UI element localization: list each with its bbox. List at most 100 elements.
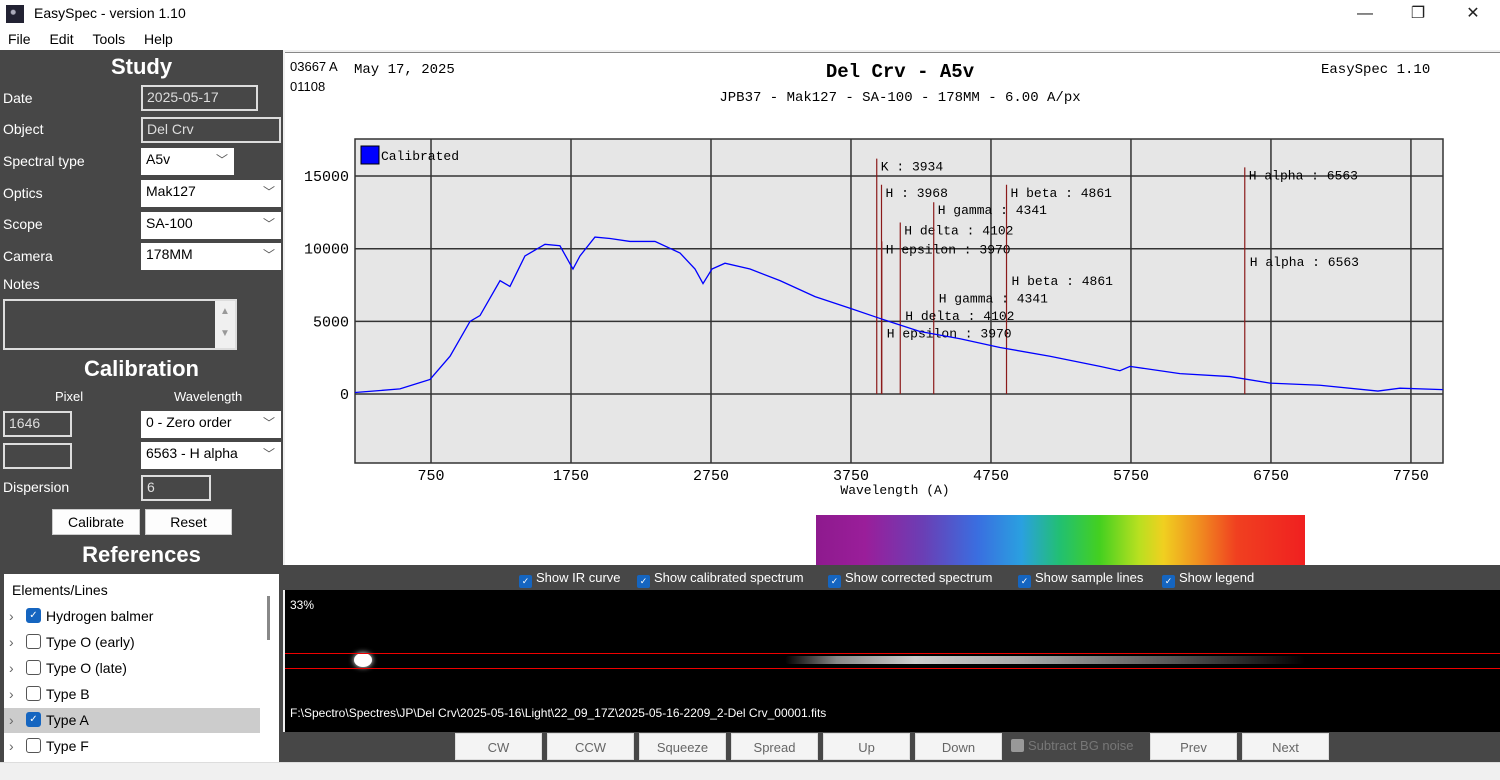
sample-line-top[interactable] (285, 653, 1500, 654)
tree-column-header: Elements/Lines (12, 582, 108, 598)
optics-value: Mak127 (146, 183, 196, 199)
tree-item-label: Type O (late) (46, 660, 127, 676)
reference-line-label: K : 3934 (881, 160, 944, 175)
tree-item[interactable]: › Type O (early) (4, 630, 260, 655)
up-button[interactable]: Up (823, 733, 910, 760)
calibrate-button[interactable]: Calibrate (52, 509, 140, 535)
maximize-button[interactable]: ❐ (1395, 0, 1441, 28)
down-button[interactable]: Down (915, 733, 1002, 760)
menu-help[interactable]: Help (130, 28, 173, 47)
y-tick-label: 10000 (304, 242, 349, 259)
show-legend-checkbox[interactable]: ✓ Show legend (1162, 570, 1254, 588)
tree-item[interactable]: › Type O (late) (4, 656, 260, 681)
y-tick-label: 0 (340, 387, 349, 404)
camera-label: Camera (3, 248, 53, 264)
notes-scrollbar[interactable]: ▲ ▼ (215, 301, 235, 348)
next-button[interactable]: Next (1242, 733, 1329, 760)
image-zoom-level: 33% (290, 598, 315, 612)
checkbox-icon[interactable] (26, 634, 41, 649)
reset-button[interactable]: Reset (145, 509, 232, 535)
options-bar: ✓ Show IR curve ✓ Show calibrated spectrum… (283, 565, 1500, 590)
status-bar (0, 762, 1500, 780)
checkbox-checked-icon: ✓ (828, 575, 841, 588)
expand-chevron-icon[interactable]: › (9, 682, 14, 707)
show-calibrated-checkbox[interactable]: ✓ Show calibrated spectrum (637, 570, 804, 588)
calibration-heading: Calibration (84, 356, 199, 381)
expand-chevron-icon[interactable]: › (9, 630, 14, 655)
subtract-bg-checkbox[interactable]: Subtract BG noise (1011, 738, 1134, 753)
raw-image-viewer[interactable]: 33% F:\Spectro\Spectres\JP\Del Crv\2025-… (285, 590, 1500, 732)
tree-item-label: Type F (46, 738, 89, 754)
spread-button[interactable]: Spread (731, 733, 818, 760)
checkbox-checked-icon: ✓ (1162, 575, 1175, 588)
tree-item[interactable]: › ✓ Type A (4, 708, 260, 733)
menu-edit[interactable]: Edit (35, 28, 73, 47)
checkbox-icon[interactable] (26, 738, 41, 753)
pixel1-field[interactable]: 1646 (3, 411, 72, 437)
pixel-label: Pixel (55, 389, 84, 404)
reference-line-label: H gamma : 4341 (939, 291, 1048, 306)
expand-chevron-icon[interactable]: › (9, 734, 14, 759)
notes-textarea[interactable] (3, 299, 237, 350)
show-corrected-checkbox[interactable]: ✓ Show corrected spectrum (828, 570, 992, 588)
chevron-down-icon: ﹀ (262, 248, 275, 262)
expand-chevron-icon[interactable]: › (9, 604, 14, 629)
chevron-down-icon: ﹀ (262, 217, 275, 231)
menu-file[interactable]: File (0, 28, 31, 47)
date-field[interactable]: 2025-05-17 (141, 85, 258, 111)
legend-label: Calibrated (381, 149, 459, 164)
wavelength2-select[interactable]: 6563 - H alpha ﹀ (141, 442, 281, 469)
prev-button[interactable]: Prev (1150, 733, 1237, 760)
tree-scrollbar[interactable] (267, 596, 270, 640)
tree-item-label: Type A (46, 712, 89, 728)
squeeze-button[interactable]: Squeeze (639, 733, 726, 760)
expand-chevron-icon[interactable]: › (9, 708, 14, 733)
camera-select[interactable]: 178MM ﹀ (141, 243, 281, 270)
reference-line-label: H delta : 4102 (905, 309, 1014, 324)
tree-item-label: Type O (early) (46, 634, 135, 650)
tree-item[interactable]: › Type F (4, 734, 260, 759)
close-button[interactable]: ✕ (1450, 0, 1496, 28)
object-field[interactable]: Del Crv (141, 117, 281, 143)
checkbox-checked-icon[interactable]: ✓ (26, 608, 41, 623)
spectral-type-value: A5v (146, 151, 171, 167)
show-sample-lines-checkbox[interactable]: ✓ Show sample lines (1018, 570, 1143, 588)
wavelength1-select[interactable]: 0 - Zero order ﹀ (141, 411, 281, 438)
ccw-button[interactable]: CCW (547, 733, 634, 760)
show-ir-curve-checkbox[interactable]: ✓ Show IR curve (519, 570, 621, 588)
scope-select[interactable]: SA-100 ﹀ (141, 212, 281, 239)
sample-line-bottom[interactable] (285, 668, 1500, 669)
option-label: Show calibrated spectrum (654, 570, 804, 585)
dispersion-field[interactable]: 6 (141, 475, 211, 501)
tree-item[interactable]: › Type B (4, 682, 260, 707)
tree-item[interactable]: › ✓ Hydrogen balmer (4, 604, 260, 629)
spectrum-trace (785, 656, 1305, 664)
menu-tools[interactable]: Tools (78, 28, 125, 47)
expand-chevron-icon[interactable]: › (9, 656, 14, 681)
checkbox-icon[interactable] (26, 660, 41, 675)
minimize-button[interactable]: — (1342, 0, 1388, 28)
chevron-down-icon: ﹀ (262, 447, 275, 461)
option-label: Show legend (1179, 570, 1255, 585)
menu-bar: File Edit Tools Help (0, 28, 1500, 50)
references-tree: Elements/Lines › ✓ Hydrogen balmer › Type O … (4, 574, 279, 762)
notes-label: Notes (3, 276, 40, 292)
x-tick-label: 6750 (1253, 468, 1289, 485)
reference-line-label: H beta : 4861 (1012, 274, 1114, 289)
reference-line-label: H alpha : 6563 (1249, 168, 1358, 183)
checkbox-checked-icon[interactable]: ✓ (26, 712, 41, 727)
spectral-type-select[interactable]: A5v ﹀ (141, 148, 234, 175)
optics-select[interactable]: Mak127 ﹀ (141, 180, 281, 207)
spectrum-chart[interactable]: 750 1750 2750 3750 4750 5750 6750 7750050001000… (285, 53, 1500, 513)
reference-line-label: H epsilon : 3970 (886, 242, 1011, 257)
cw-button[interactable]: CW (455, 733, 542, 760)
x-tick-label: 750 (418, 468, 445, 485)
checkbox-icon[interactable] (26, 686, 41, 701)
chevron-down-icon: ﹀ (262, 416, 275, 430)
option-label: Show corrected spectrum (845, 570, 993, 585)
checkbox-checked-icon: ✓ (519, 575, 532, 588)
study-heading: Study (110, 54, 173, 79)
pixel2-field[interactable] (3, 443, 72, 469)
scope-label: Scope (3, 216, 43, 232)
y-tick-label: 15000 (304, 169, 349, 186)
